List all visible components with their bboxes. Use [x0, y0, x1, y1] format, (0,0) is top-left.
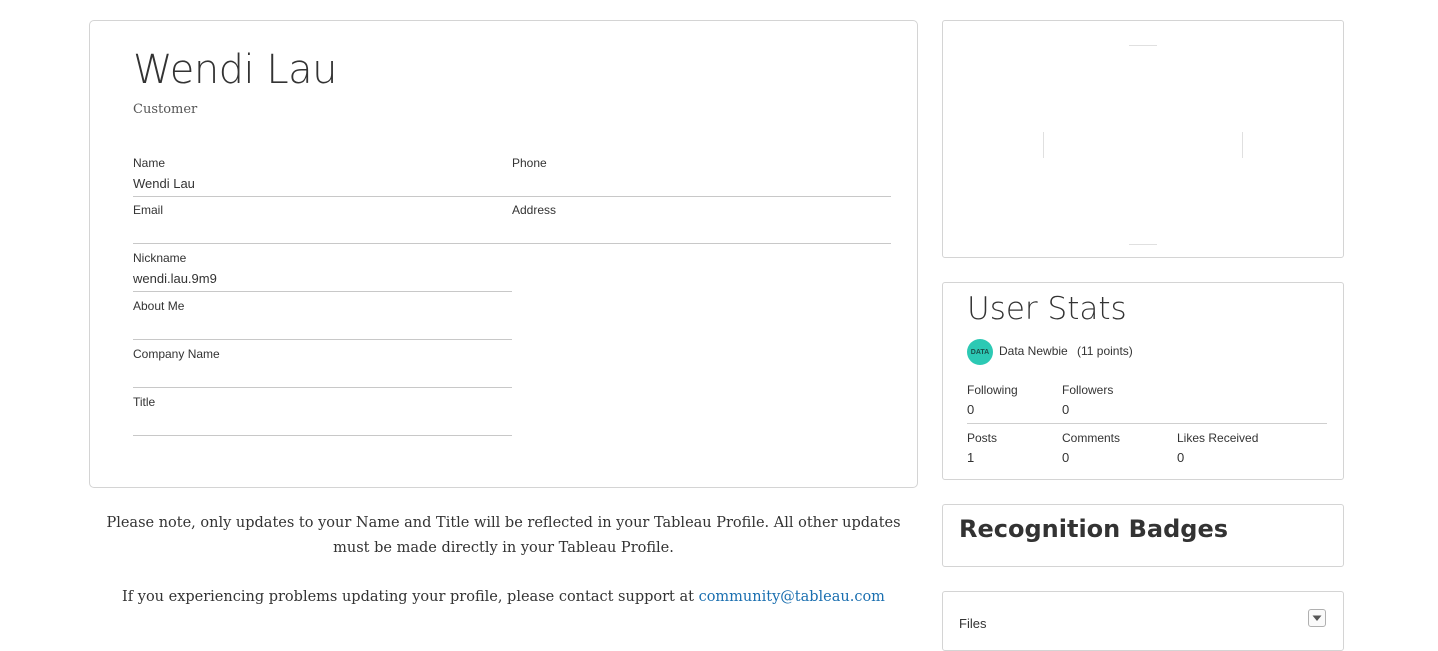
- title-label: Title: [133, 395, 156, 409]
- data-newbie-badge-icon: DATA: [967, 339, 993, 365]
- support-note-text: If you experiencing problems updating yo…: [122, 589, 699, 605]
- user-stats-card: User Stats DATA Data Newbie (11 points) …: [942, 282, 1344, 480]
- recognition-badges-card: Recognition Badges: [942, 504, 1344, 567]
- likes-received-value: 0: [1177, 450, 1185, 465]
- company-name-field[interactable]: Company Name: [133, 340, 512, 388]
- followers-value: 0: [1062, 402, 1070, 417]
- email-field[interactable]: Email: [133, 196, 512, 244]
- support-email-link[interactable]: community@tableau.com: [699, 589, 885, 605]
- recognition-badges-title: Recognition Badges: [959, 515, 1229, 543]
- profile-update-note: Please note, only updates to your Name a…: [106, 515, 901, 556]
- comments-stat[interactable]: Comments 0: [1062, 431, 1120, 465]
- title-field[interactable]: Title: [133, 388, 512, 436]
- rank-points: (11 points): [1077, 344, 1133, 358]
- following-label: Following: [967, 383, 1018, 397]
- address-field[interactable]: Address: [512, 196, 891, 244]
- phone-field[interactable]: Phone: [512, 149, 891, 197]
- likes-received-label: Likes Received: [1177, 431, 1259, 445]
- nickname-value: wendi.lau.9m9: [133, 271, 217, 286]
- about-me-field[interactable]: About Me: [133, 292, 512, 340]
- followers-stat[interactable]: Followers 0: [1062, 383, 1113, 417]
- profile-card: Wendi Lau Customer Name Wendi Lau Phone …: [89, 20, 918, 488]
- caret-down-icon[interactable]: [1308, 609, 1326, 627]
- support-note: If you experiencing problems updating yo…: [89, 585, 918, 610]
- posts-label: Posts: [967, 431, 998, 445]
- comments-label: Comments: [1062, 431, 1121, 445]
- followers-label: Followers: [1062, 383, 1114, 397]
- likes-received-stat[interactable]: Likes Received 0: [1177, 431, 1258, 465]
- nickname-field[interactable]: Nickname wendi.lau.9m9: [133, 244, 512, 292]
- profile-display-name: Wendi Lau: [133, 47, 338, 93]
- name-label: Name: [133, 156, 166, 170]
- address-label: Address: [512, 203, 557, 217]
- avatar-card: [942, 20, 1344, 258]
- following-stat[interactable]: Following 0: [967, 383, 1018, 417]
- name-field[interactable]: Name Wendi Lau: [133, 149, 512, 197]
- name-value: Wendi Lau: [133, 176, 195, 191]
- rank-name[interactable]: Data Newbie: [999, 344, 1068, 358]
- user-stats-title: User Stats: [967, 291, 1127, 327]
- files-label: Files: [959, 616, 987, 631]
- following-value: 0: [967, 402, 975, 417]
- stats-divider: [967, 423, 1327, 424]
- avatar[interactable]: [1043, 45, 1243, 245]
- comments-value: 0: [1062, 450, 1070, 465]
- nickname-label: Nickname: [133, 251, 187, 265]
- files-card: Files: [942, 591, 1344, 651]
- posts-stat[interactable]: Posts 1: [967, 431, 997, 465]
- profile-role: Customer: [133, 102, 198, 117]
- phone-label: Phone: [512, 156, 547, 170]
- about-me-label: About Me: [133, 299, 185, 313]
- email-label: Email: [133, 203, 164, 217]
- posts-value: 1: [967, 450, 975, 465]
- company-name-label: Company Name: [133, 347, 220, 361]
